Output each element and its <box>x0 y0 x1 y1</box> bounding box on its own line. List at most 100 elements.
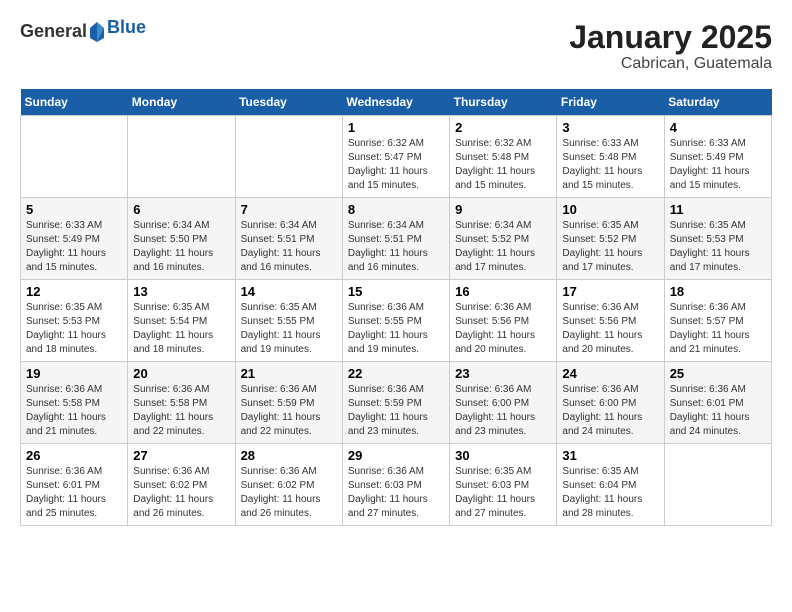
day-info: Sunrise: 6:36 AMSunset: 5:58 PMDaylight:… <box>26 384 106 437</box>
calendar-cell: 21 Sunrise: 6:36 AMSunset: 5:59 PMDaylig… <box>235 362 342 444</box>
day-info: Sunrise: 6:35 AMSunset: 5:54 PMDaylight:… <box>133 302 213 355</box>
day-number: 4 <box>670 120 766 135</box>
day-number: 16 <box>455 284 551 299</box>
day-number: 5 <box>26 202 122 217</box>
day-info: Sunrise: 6:33 AMSunset: 5:49 PMDaylight:… <box>26 220 106 273</box>
calendar-cell: 28 Sunrise: 6:36 AMSunset: 6:02 PMDaylig… <box>235 444 342 526</box>
calendar-cell: 2 Sunrise: 6:32 AMSunset: 5:48 PMDayligh… <box>450 116 557 198</box>
day-number: 18 <box>670 284 766 299</box>
weekday-header: Sunday <box>21 89 128 116</box>
calendar-cell: 3 Sunrise: 6:33 AMSunset: 5:48 PMDayligh… <box>557 116 664 198</box>
day-number: 3 <box>562 120 658 135</box>
calendar-cell <box>664 444 771 526</box>
month-title: January 2025 <box>569 20 772 55</box>
calendar-week-row: 5 Sunrise: 6:33 AMSunset: 5:49 PMDayligh… <box>21 198 772 280</box>
day-info: Sunrise: 6:32 AMSunset: 5:48 PMDaylight:… <box>455 138 535 191</box>
day-info: Sunrise: 6:36 AMSunset: 5:56 PMDaylight:… <box>455 302 535 355</box>
calendar-cell: 13 Sunrise: 6:35 AMSunset: 5:54 PMDaylig… <box>128 280 235 362</box>
day-info: Sunrise: 6:34 AMSunset: 5:51 PMDaylight:… <box>241 220 321 273</box>
weekday-header: Friday <box>557 89 664 116</box>
day-number: 29 <box>348 448 444 463</box>
calendar-cell: 8 Sunrise: 6:34 AMSunset: 5:51 PMDayligh… <box>342 198 449 280</box>
calendar-cell: 10 Sunrise: 6:35 AMSunset: 5:52 PMDaylig… <box>557 198 664 280</box>
calendar-cell: 6 Sunrise: 6:34 AMSunset: 5:50 PMDayligh… <box>128 198 235 280</box>
calendar-cell: 14 Sunrise: 6:35 AMSunset: 5:55 PMDaylig… <box>235 280 342 362</box>
calendar-cell: 19 Sunrise: 6:36 AMSunset: 5:58 PMDaylig… <box>21 362 128 444</box>
day-number: 28 <box>241 448 337 463</box>
calendar-cell: 20 Sunrise: 6:36 AMSunset: 5:58 PMDaylig… <box>128 362 235 444</box>
day-number: 30 <box>455 448 551 463</box>
day-info: Sunrise: 6:35 AMSunset: 5:55 PMDaylight:… <box>241 302 321 355</box>
day-info: Sunrise: 6:33 AMSunset: 5:48 PMDaylight:… <box>562 138 642 191</box>
logo: General Blue <box>20 20 146 42</box>
calendar-cell: 15 Sunrise: 6:36 AMSunset: 5:55 PMDaylig… <box>342 280 449 362</box>
calendar-cell: 9 Sunrise: 6:34 AMSunset: 5:52 PMDayligh… <box>450 198 557 280</box>
weekday-header-row: SundayMondayTuesdayWednesdayThursdayFrid… <box>21 89 772 116</box>
calendar-cell <box>21 116 128 198</box>
calendar-week-row: 12 Sunrise: 6:35 AMSunset: 5:53 PMDaylig… <box>21 280 772 362</box>
day-info: Sunrise: 6:36 AMSunset: 5:59 PMDaylight:… <box>241 384 321 437</box>
day-info: Sunrise: 6:36 AMSunset: 5:59 PMDaylight:… <box>348 384 428 437</box>
day-number: 8 <box>348 202 444 217</box>
calendar-cell: 5 Sunrise: 6:33 AMSunset: 5:49 PMDayligh… <box>21 198 128 280</box>
calendar-cell: 26 Sunrise: 6:36 AMSunset: 6:01 PMDaylig… <box>21 444 128 526</box>
day-number: 15 <box>348 284 444 299</box>
calendar-cell: 30 Sunrise: 6:35 AMSunset: 6:03 PMDaylig… <box>450 444 557 526</box>
day-info: Sunrise: 6:34 AMSunset: 5:51 PMDaylight:… <box>348 220 428 273</box>
calendar-cell: 16 Sunrise: 6:36 AMSunset: 5:56 PMDaylig… <box>450 280 557 362</box>
weekday-header: Tuesday <box>235 89 342 116</box>
logo-icon <box>88 20 106 42</box>
calendar-cell <box>235 116 342 198</box>
weekday-header: Saturday <box>664 89 771 116</box>
day-number: 25 <box>670 366 766 381</box>
calendar-cell: 22 Sunrise: 6:36 AMSunset: 5:59 PMDaylig… <box>342 362 449 444</box>
day-info: Sunrise: 6:36 AMSunset: 5:55 PMDaylight:… <box>348 302 428 355</box>
calendar-cell: 23 Sunrise: 6:36 AMSunset: 6:00 PMDaylig… <box>450 362 557 444</box>
calendar-cell: 12 Sunrise: 6:35 AMSunset: 5:53 PMDaylig… <box>21 280 128 362</box>
day-info: Sunrise: 6:36 AMSunset: 5:57 PMDaylight:… <box>670 302 750 355</box>
title-area: January 2025 Cabrican, Guatemala <box>569 20 772 73</box>
calendar-cell: 1 Sunrise: 6:32 AMSunset: 5:47 PMDayligh… <box>342 116 449 198</box>
day-number: 26 <box>26 448 122 463</box>
day-info: Sunrise: 6:36 AMSunset: 6:02 PMDaylight:… <box>133 466 213 519</box>
day-number: 23 <box>455 366 551 381</box>
day-info: Sunrise: 6:35 AMSunset: 5:52 PMDaylight:… <box>562 220 642 273</box>
calendar-cell: 11 Sunrise: 6:35 AMSunset: 5:53 PMDaylig… <box>664 198 771 280</box>
calendar-cell <box>128 116 235 198</box>
day-number: 9 <box>455 202 551 217</box>
day-info: Sunrise: 6:32 AMSunset: 5:47 PMDaylight:… <box>348 138 428 191</box>
calendar-week-row: 1 Sunrise: 6:32 AMSunset: 5:47 PMDayligh… <box>21 116 772 198</box>
calendar-cell: 24 Sunrise: 6:36 AMSunset: 6:00 PMDaylig… <box>557 362 664 444</box>
day-info: Sunrise: 6:36 AMSunset: 6:02 PMDaylight:… <box>241 466 321 519</box>
weekday-header: Thursday <box>450 89 557 116</box>
day-number: 10 <box>562 202 658 217</box>
day-info: Sunrise: 6:36 AMSunset: 6:00 PMDaylight:… <box>562 384 642 437</box>
page-header: General Blue January 2025 Cabrican, Guat… <box>20 20 772 73</box>
calendar-cell: 18 Sunrise: 6:36 AMSunset: 5:57 PMDaylig… <box>664 280 771 362</box>
day-number: 12 <box>26 284 122 299</box>
location-title: Cabrican, Guatemala <box>569 55 772 73</box>
calendar-week-row: 19 Sunrise: 6:36 AMSunset: 5:58 PMDaylig… <box>21 362 772 444</box>
day-info: Sunrise: 6:33 AMSunset: 5:49 PMDaylight:… <box>670 138 750 191</box>
calendar-cell: 27 Sunrise: 6:36 AMSunset: 6:02 PMDaylig… <box>128 444 235 526</box>
calendar-cell: 29 Sunrise: 6:36 AMSunset: 6:03 PMDaylig… <box>342 444 449 526</box>
logo-blue-text: Blue <box>107 17 146 37</box>
day-number: 20 <box>133 366 229 381</box>
day-info: Sunrise: 6:35 AMSunset: 6:03 PMDaylight:… <box>455 466 535 519</box>
calendar-cell: 7 Sunrise: 6:34 AMSunset: 5:51 PMDayligh… <box>235 198 342 280</box>
day-info: Sunrise: 6:36 AMSunset: 6:01 PMDaylight:… <box>670 384 750 437</box>
day-number: 22 <box>348 366 444 381</box>
calendar-cell: 25 Sunrise: 6:36 AMSunset: 6:01 PMDaylig… <box>664 362 771 444</box>
weekday-header: Wednesday <box>342 89 449 116</box>
day-number: 24 <box>562 366 658 381</box>
day-info: Sunrise: 6:34 AMSunset: 5:52 PMDaylight:… <box>455 220 535 273</box>
day-info: Sunrise: 6:35 AMSunset: 5:53 PMDaylight:… <box>670 220 750 273</box>
day-number: 13 <box>133 284 229 299</box>
day-number: 2 <box>455 120 551 135</box>
day-number: 11 <box>670 202 766 217</box>
logo-general-text: General <box>20 21 87 42</box>
day-number: 1 <box>348 120 444 135</box>
day-number: 19 <box>26 366 122 381</box>
weekday-header: Monday <box>128 89 235 116</box>
day-info: Sunrise: 6:36 AMSunset: 5:56 PMDaylight:… <box>562 302 642 355</box>
